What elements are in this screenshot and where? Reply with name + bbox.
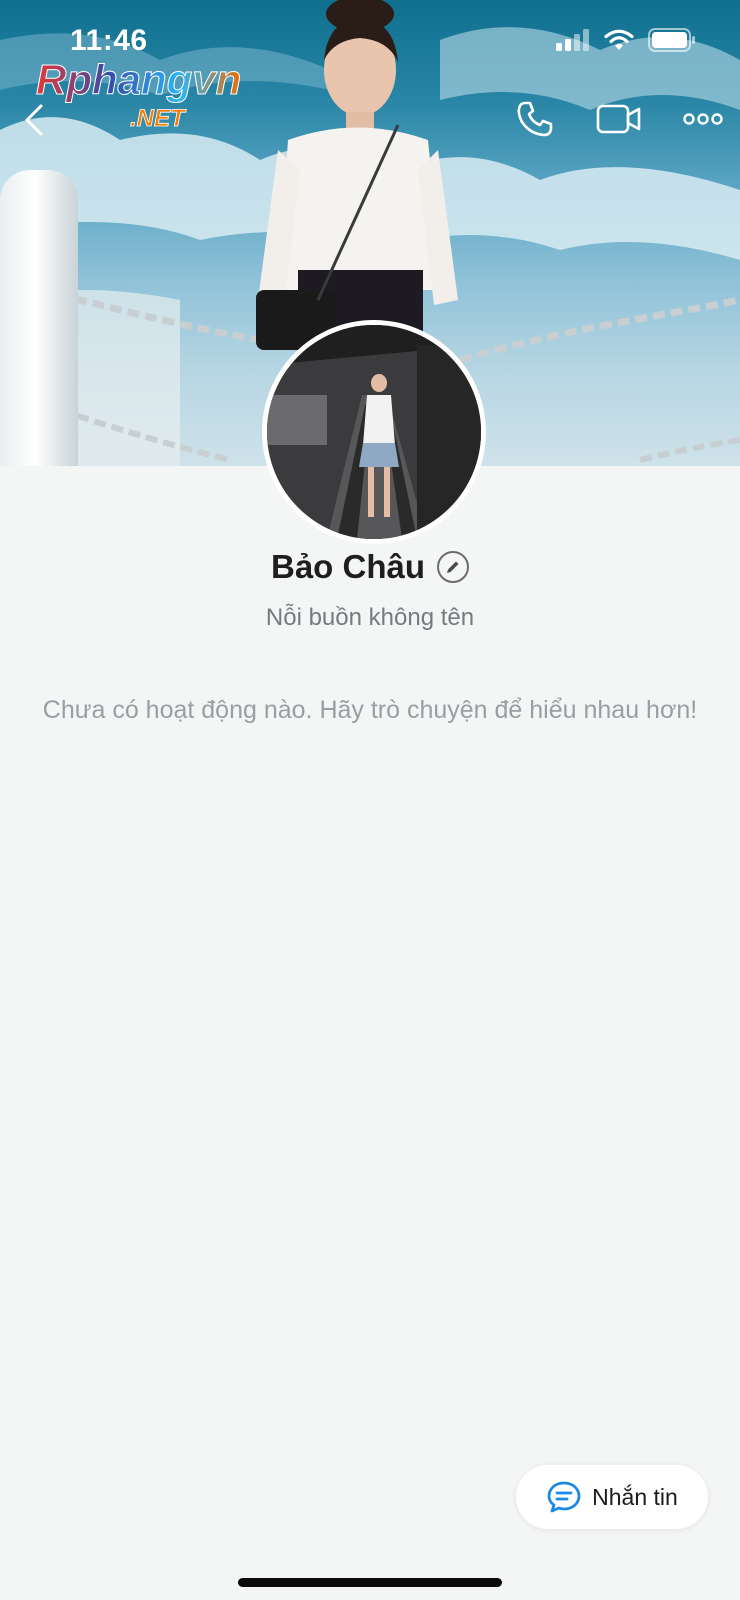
cellular-signal-icon: [556, 29, 589, 51]
svg-text:Rphangvn: Rphangvn: [36, 58, 241, 103]
avatar[interactable]: [262, 320, 486, 544]
watermark-logo: Rphangvn .NET: [36, 58, 242, 130]
video-camera-icon: [596, 104, 641, 134]
wifi-icon: [604, 29, 634, 50]
video-call-button[interactable]: [594, 96, 644, 142]
status-icons: [556, 28, 696, 52]
phone-icon: [517, 101, 553, 137]
chat-bubble-icon: [547, 1481, 581, 1513]
profile-bio: Nỗi buồn không tên: [265, 604, 475, 631]
profile-name: Bảo Châu: [270, 548, 425, 585]
call-button[interactable]: [512, 96, 558, 142]
message-button-label: Nhắn tin: [592, 1483, 678, 1510]
avatar-photo: [267, 325, 481, 539]
railing-post: [0, 170, 78, 466]
more-icon: [683, 113, 723, 125]
svg-text:.NET: .NET: [130, 105, 187, 130]
pencil-icon: [447, 561, 459, 573]
more-options-button[interactable]: [680, 104, 726, 134]
home-indicator[interactable]: [238, 1578, 502, 1587]
battery-icon: [648, 28, 695, 52]
status-time: 11:46: [70, 24, 148, 57]
profile-name-row: Bảo Châu: [0, 548, 740, 586]
back-button[interactable]: [14, 100, 54, 140]
chevron-left-icon: [25, 104, 43, 136]
empty-activity-message: Chưa có hoạt động nào. Hãy trò chuyện để…: [42, 696, 698, 724]
message-button[interactable]: Nhắn tin: [516, 1465, 708, 1529]
edit-name-button[interactable]: [437, 551, 469, 583]
